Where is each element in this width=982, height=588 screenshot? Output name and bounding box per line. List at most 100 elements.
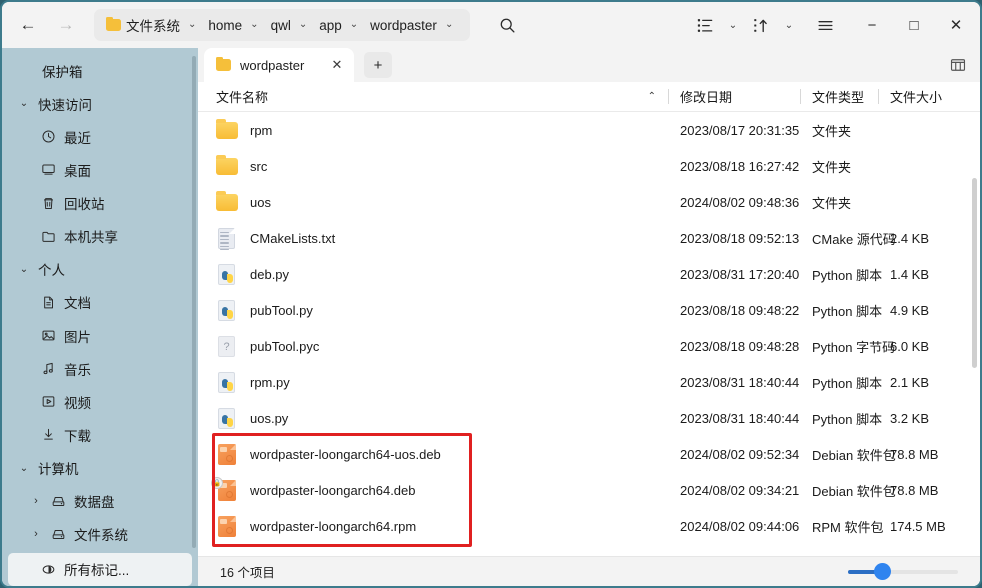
- file-name-cell: wordpaster-loongarch64-uos.deb: [198, 442, 668, 466]
- table-row[interactable]: wordpaster-loongarch64-uos.deb 2024/08/02…: [198, 436, 980, 472]
- table-row[interactable]: wordpaster-loongarch64.rpm 2024/08/02 09:…: [198, 508, 980, 544]
- column-header-size[interactable]: 文件大小: [878, 82, 974, 111]
- sidebar-item-protectbox[interactable]: 保护箱: [8, 54, 192, 87]
- file-name-label: rpm: [250, 122, 273, 138]
- sidebar-item-documents[interactable]: 文档: [8, 286, 192, 319]
- breadcrumb-chevron-1[interactable]: ⌄: [247, 20, 265, 30]
- sidebar-item-local-share[interactable]: 本机共享: [8, 220, 192, 253]
- window-body: 保护箱 ⌄ 快速访问 最近 桌面 回收站 本机共享 ⌄ 个人 文档 图片 音乐 …: [2, 48, 980, 586]
- file-list-scrollbar[interactable]: [972, 178, 977, 368]
- sidebar: 保护箱 ⌄ 快速访问 最近 桌面 回收站 本机共享 ⌄ 个人 文档 图片 音乐 …: [2, 48, 198, 586]
- close-icon[interactable]: ✕: [326, 54, 348, 76]
- main-pane: wordpaster ✕ + 文件名称 ⌃ 修改日期 文件类型 文件大小 rpm…: [198, 48, 980, 586]
- table-row[interactable]: pubTool.py 2023/08/18 09:48:22 Python 脚本 4.…: [198, 292, 980, 328]
- chevron-right-icon[interactable]: ›: [26, 495, 46, 507]
- search-icon[interactable]: [490, 9, 524, 41]
- close-button[interactable]: ✕: [936, 8, 976, 42]
- file-size-cell: 78.8 MB: [890, 482, 939, 498]
- breadcrumb-item-home[interactable]: home: [205, 12, 245, 38]
- file-size-cell: 4.9 KB: [890, 302, 930, 318]
- table-row[interactable]: uos.py 2023/08/31 18:40:44 Python 脚本 3.2 KB: [198, 400, 980, 436]
- sidebar-group-quick-access[interactable]: ⌄ 快速访问: [8, 87, 192, 120]
- column-header-type[interactable]: 文件类型: [800, 82, 878, 111]
- maximize-button[interactable]: □: [894, 8, 934, 42]
- file-type-cell: Python 脚本: [812, 267, 883, 283]
- file-date-cell: 2023/08/31 18:40:44: [680, 374, 800, 390]
- column-divider: [878, 89, 879, 104]
- file-name-label: uos.py: [250, 410, 289, 426]
- file-name-cell: 🔒 wordpaster-loongarch64.deb: [198, 477, 668, 502]
- tab-label: wordpaster: [240, 57, 305, 73]
- sidebar-item-pictures[interactable]: 图片: [8, 319, 192, 352]
- sort-chevron-down-icon[interactable]: ⌄: [778, 9, 800, 41]
- column-divider: [668, 89, 669, 104]
- sidebar-item-downloads[interactable]: 下载: [8, 418, 192, 451]
- file-date-cell: 2024/08/02 09:52:34: [680, 446, 800, 462]
- file-rows: rpm 2023/08/17 20:31:35 文件夹 src 2023/08/18 1…: [198, 112, 980, 556]
- sidebar-item-data-disk[interactable]: › 数据盘: [8, 485, 192, 518]
- sidebar-item-desktop[interactable]: 桌面: [8, 153, 192, 186]
- sidebar-item-trash[interactable]: 回收站: [8, 187, 192, 220]
- view-chevron-down-icon[interactable]: ⌄: [722, 9, 744, 41]
- sidebar-item-filesystem[interactable]: › 文件系统: [8, 518, 192, 551]
- file-size-cell: 174.5 MB: [890, 518, 946, 534]
- sidebar-item-videos[interactable]: 视频: [8, 385, 192, 418]
- forward-button[interactable]: →: [48, 9, 84, 41]
- panel-toggle-icon[interactable]: [945, 53, 971, 77]
- tab-wordpaster[interactable]: wordpaster ✕: [204, 48, 354, 82]
- sidebar-item-recent[interactable]: 最近: [8, 120, 192, 153]
- sort-icon[interactable]: [746, 9, 776, 41]
- column-header-name[interactable]: 文件名称 ⌃: [198, 82, 668, 111]
- new-tab-button[interactable]: +: [364, 52, 392, 78]
- view-list-icon[interactable]: [690, 9, 720, 41]
- file-name-cell: wordpaster-loongarch64.rpm: [198, 514, 668, 538]
- sidebar-group-computer[interactable]: ⌄ 计算机: [8, 452, 192, 485]
- sidebar-item-all-tags[interactable]: 所有标记...: [8, 552, 192, 586]
- file-name-label: src: [250, 158, 268, 174]
- column-header-date[interactable]: 修改日期: [668, 82, 800, 111]
- breadcrumb-chevron-4[interactable]: ⌄: [442, 20, 460, 30]
- breadcrumb-label: 文件系统: [126, 19, 180, 34]
- breadcrumb-item-app[interactable]: app: [316, 12, 345, 38]
- drive-icon: [46, 527, 70, 542]
- sidebar-group-personal[interactable]: ⌄ 个人: [8, 253, 192, 286]
- python-file-icon: [216, 298, 238, 322]
- slider-knob[interactable]: [874, 563, 891, 580]
- table-row[interactable]: deb.py 2023/08/31 17:20:40 Python 脚本 1.4 KB: [198, 256, 980, 292]
- breadcrumb-chevron-0[interactable]: ⌄: [185, 20, 203, 30]
- file-name-label: pubTool.pyc: [250, 338, 320, 354]
- file-date-cell: 2023/08/18 09:48:28: [680, 338, 800, 354]
- folder-icon: [216, 56, 231, 71]
- minimize-button[interactable]: −: [852, 8, 892, 42]
- breadcrumb-chevron-2[interactable]: ⌄: [296, 20, 314, 30]
- zoom-slider[interactable]: [848, 563, 958, 580]
- file-date-cell: 2023/08/18 09:52:13: [680, 230, 800, 246]
- breadcrumb-item-filesystem[interactable]: 文件系统: [103, 12, 183, 38]
- table-row[interactable]: ? pubTool.pyc 2023/08/18 09:48:28 Python 字节…: [198, 328, 980, 364]
- trash-icon: [36, 196, 60, 211]
- breadcrumb-chevron-3[interactable]: ⌄: [347, 20, 365, 30]
- chevron-down-icon: ⌄: [19, 462, 29, 474]
- file-type-cell: Debian 软件包: [812, 447, 896, 463]
- table-row[interactable]: uos 2024/08/02 09:48:36 文件夹: [198, 184, 980, 220]
- table-row[interactable]: 🔒 wordpaster-loongarch64.deb 2024/08/02 09…: [198, 472, 980, 508]
- hamburger-menu-icon[interactable]: [810, 9, 840, 41]
- file-name-label: CMakeLists.txt: [250, 230, 336, 246]
- chevron-right-icon[interactable]: ›: [26, 528, 46, 540]
- file-type-cell: RPM 软件包: [812, 519, 884, 535]
- breadcrumb-item-wordpaster[interactable]: wordpaster: [367, 12, 440, 38]
- file-name-label: pubTool.py: [250, 302, 313, 318]
- breadcrumb-item-qwl[interactable]: qwl: [268, 12, 294, 38]
- sidebar-item-music[interactable]: 音乐: [8, 352, 192, 385]
- file-name-label: uos: [250, 194, 271, 210]
- table-row[interactable]: src 2023/08/18 16:27:42 文件夹: [198, 148, 980, 184]
- file-name-label: rpm.py: [250, 374, 290, 390]
- back-button[interactable]: ←: [10, 9, 46, 41]
- table-row[interactable]: rpm 2023/08/17 20:31:35 文件夹: [198, 112, 980, 148]
- sidebar-scrollbar[interactable]: [192, 56, 196, 548]
- table-row[interactable]: rpm.py 2023/08/31 18:40:44 Python 脚本 2.1 KB: [198, 364, 980, 400]
- file-type-cell: Python 脚本: [812, 411, 883, 427]
- column-headers: 文件名称 ⌃ 修改日期 文件类型 文件大小: [198, 82, 980, 112]
- python-file-icon: [216, 406, 238, 430]
- table-row[interactable]: CMakeLists.txt 2023/08/18 09:52:13 CMake 源…: [198, 220, 980, 256]
